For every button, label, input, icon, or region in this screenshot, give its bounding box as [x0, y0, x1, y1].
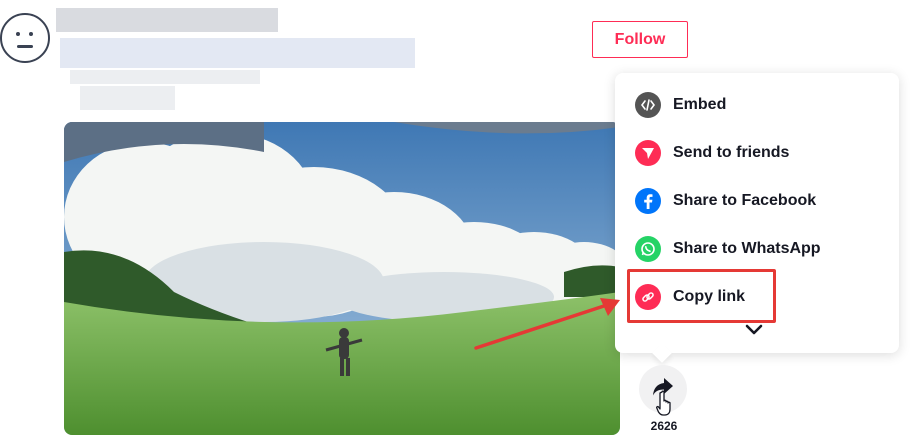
- avatar-mouth: [17, 45, 33, 48]
- hand-cursor-icon: [656, 390, 671, 416]
- share-option-label: Embed: [673, 96, 727, 113]
- share-option-label: Share to WhatsApp: [673, 240, 821, 257]
- share-option-label: Send to friends: [673, 144, 790, 161]
- video-player[interactable]: [64, 122, 620, 435]
- avatar[interactable]: [0, 13, 50, 63]
- avatar-eye: [16, 32, 20, 36]
- share-option-facebook[interactable]: Share to Facebook: [615, 177, 899, 225]
- avatar-eye: [29, 32, 33, 36]
- code-icon: [635, 92, 661, 118]
- whatsapp-icon: [635, 236, 661, 262]
- share-option-send-to-friends[interactable]: Send to friends: [615, 129, 899, 177]
- video-thumbnail: [64, 122, 620, 435]
- share-count: 2626: [650, 419, 678, 433]
- share-option-label: Share to Facebook: [673, 192, 817, 209]
- annotation-arrow: [474, 298, 620, 350]
- chevron-down-icon[interactable]: [744, 320, 764, 340]
- share-option-embed[interactable]: Embed: [615, 81, 899, 129]
- paper-plane-icon: [635, 140, 661, 166]
- facebook-icon: [635, 188, 661, 214]
- annotation-highlight-box: [627, 269, 776, 323]
- follow-button[interactable]: Follow: [592, 21, 688, 58]
- share-option-whatsapp[interactable]: Share to WhatsApp: [615, 225, 899, 273]
